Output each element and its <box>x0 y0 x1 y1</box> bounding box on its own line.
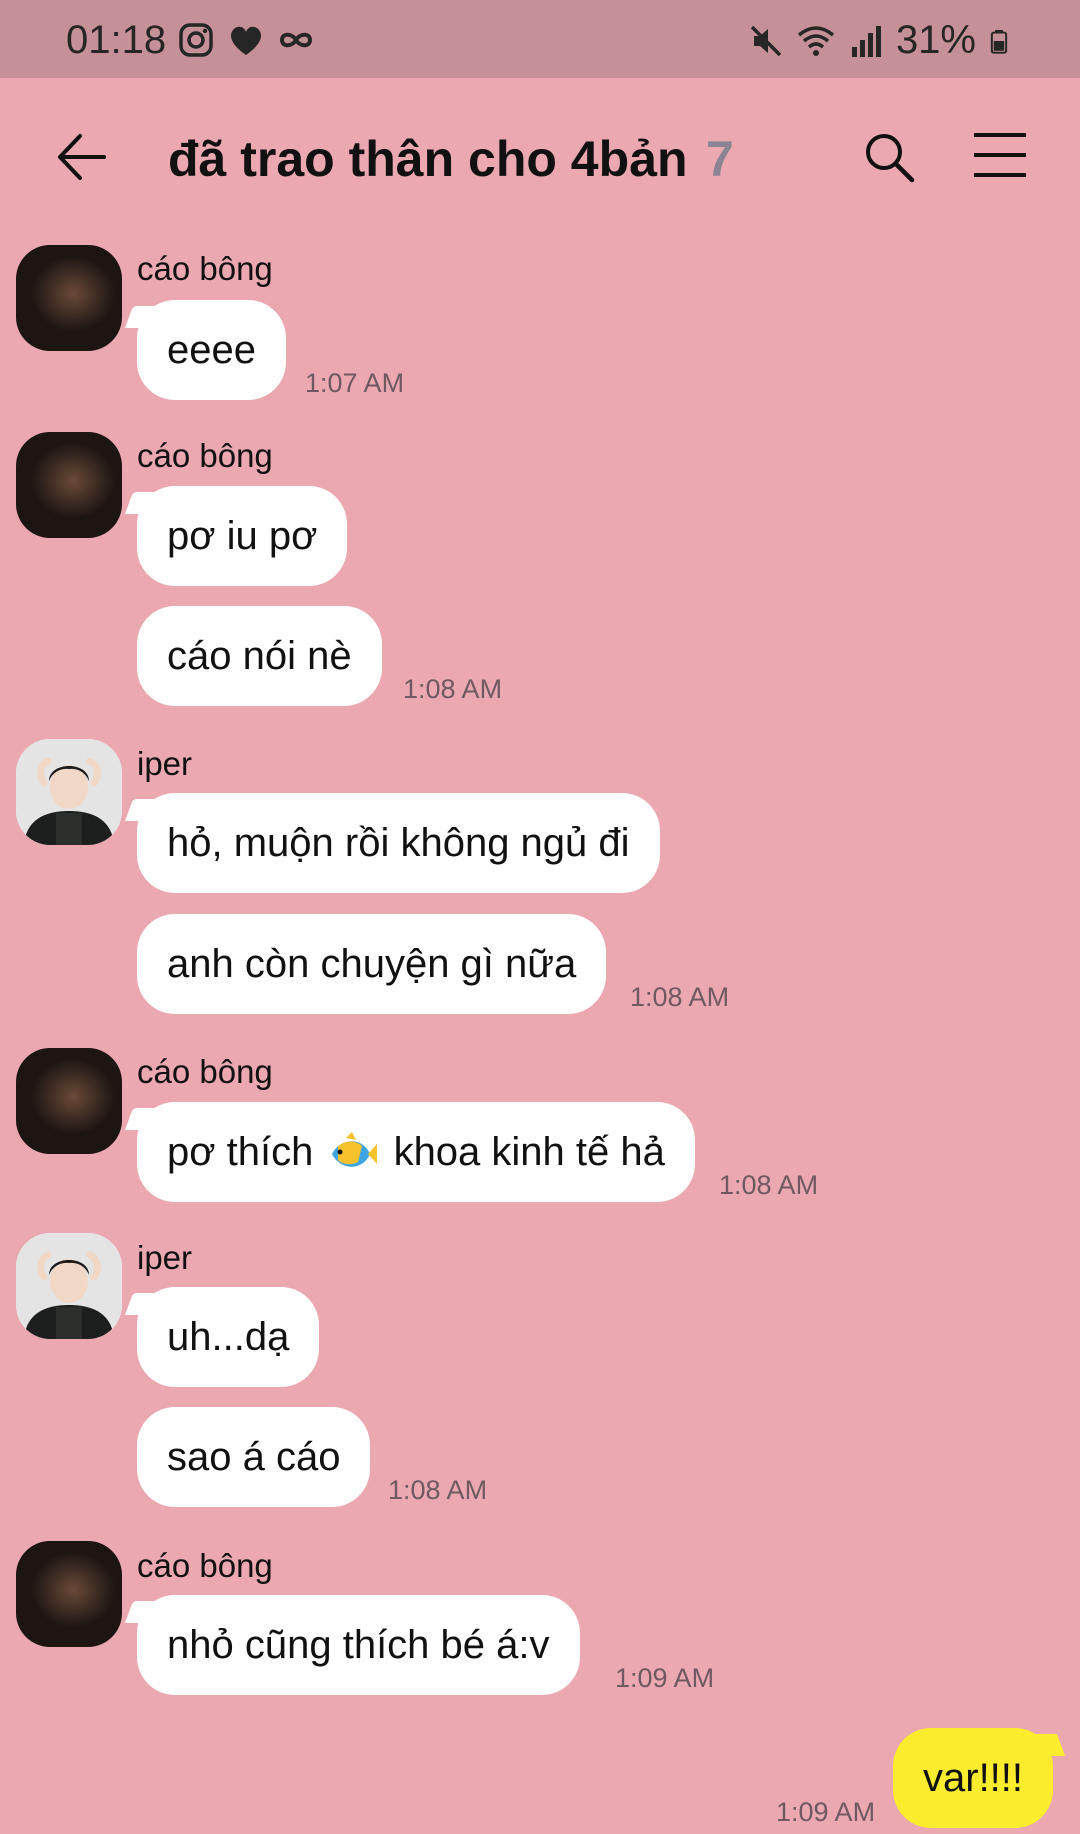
message-text: pơ iu pơ <box>167 514 318 558</box>
tropical-fish-emoji <box>332 1132 378 1168</box>
message-text: sao á cáo <box>167 1435 341 1479</box>
sender-name: cáo bông <box>137 437 273 474</box>
message-time: 1:08 AM <box>403 674 503 704</box>
message-time: 1:09 AM <box>776 1797 876 1827</box>
message-text: uh...dạ <box>167 1315 290 1359</box>
message-time: 1:08 AM <box>388 1475 488 1505</box>
message-text: var!!!! <box>923 1756 1024 1800</box>
instagram-icon <box>179 23 213 57</box>
infinity-icon <box>279 32 313 48</box>
sender-name: cáo bông <box>137 1053 273 1090</box>
message-text: hỏ, muộn rồi không ngủ đi <box>167 821 630 865</box>
sender-name: iper <box>137 1239 193 1276</box>
message-text: cáo nói nè <box>167 634 352 678</box>
avatar[interactable] <box>16 245 122 351</box>
message-time: 1:09 AM <box>615 1663 715 1693</box>
search-icon[interactable] <box>862 130 916 184</box>
back-arrow-icon[interactable] <box>54 130 108 184</box>
message-text: pơ thích <box>167 1130 314 1174</box>
status-time: 01:18 <box>66 18 167 62</box>
message-time: 1:07 AM <box>305 368 405 398</box>
avatar[interactable] <box>16 1541 122 1647</box>
message-time: 1:08 AM <box>719 1170 819 1200</box>
message-bubble[interactable]: pơ iu pơ <box>137 486 348 586</box>
message-bubble[interactable]: uh...dạ <box>137 1287 320 1387</box>
sender-name: cáo bông <box>137 250 273 287</box>
status-icons-right: 31% <box>746 18 1012 63</box>
message-text: anh còn chuyện gì nữa <box>167 942 577 986</box>
sender-name: cáo bông <box>137 1547 273 1584</box>
message-bubble[interactable]: cáo nói nè <box>137 606 382 706</box>
battery-percent: 31% <box>895 18 976 62</box>
signal-icon <box>851 25 881 57</box>
message-text: khoa kinh tế hả <box>393 1130 665 1174</box>
avatar-photo <box>16 739 122 845</box>
battery-icon <box>990 29 1008 54</box>
message-bubble[interactable]: pơ thích khoa kinh tế hả <box>137 1102 695 1202</box>
avatar[interactable] <box>16 1048 122 1154</box>
sender-name: iper <box>137 745 193 782</box>
message-bubble[interactable]: anh còn chuyện gì nữa <box>137 914 607 1014</box>
avatar[interactable] <box>16 432 122 538</box>
wifi-icon <box>797 25 835 56</box>
mute-icon <box>750 25 782 56</box>
menu-icon[interactable] <box>972 130 1028 180</box>
message-bubble[interactable]: sao á cáo <box>137 1407 371 1507</box>
member-count: 7 <box>706 131 734 187</box>
chat-title: đã trao thân cho 4bản <box>168 131 688 187</box>
my-message-bubble[interactable]: var!!!! <box>893 1728 1054 1828</box>
message-text: nhỏ cũng thích bé á:v <box>167 1623 550 1667</box>
avatar[interactable] <box>16 739 122 845</box>
avatar-photo <box>16 1233 122 1339</box>
message-text: eeee <box>167 328 256 372</box>
heart-icon <box>231 26 261 55</box>
message-time: 1:08 AM <box>630 982 730 1012</box>
status-icons-left <box>176 20 316 60</box>
avatar[interactable] <box>16 1233 122 1339</box>
message-bubble[interactable]: eeee <box>137 300 286 400</box>
message-bubble[interactable]: hỏ, muộn rồi không ngủ đi <box>137 793 660 893</box>
status-bar: 01:18 31% <box>0 0 1080 78</box>
chat-header: đã trao thân cho 4bản 7 <box>0 78 1080 238</box>
message-bubble[interactable]: nhỏ cũng thích bé á:v <box>137 1595 580 1695</box>
